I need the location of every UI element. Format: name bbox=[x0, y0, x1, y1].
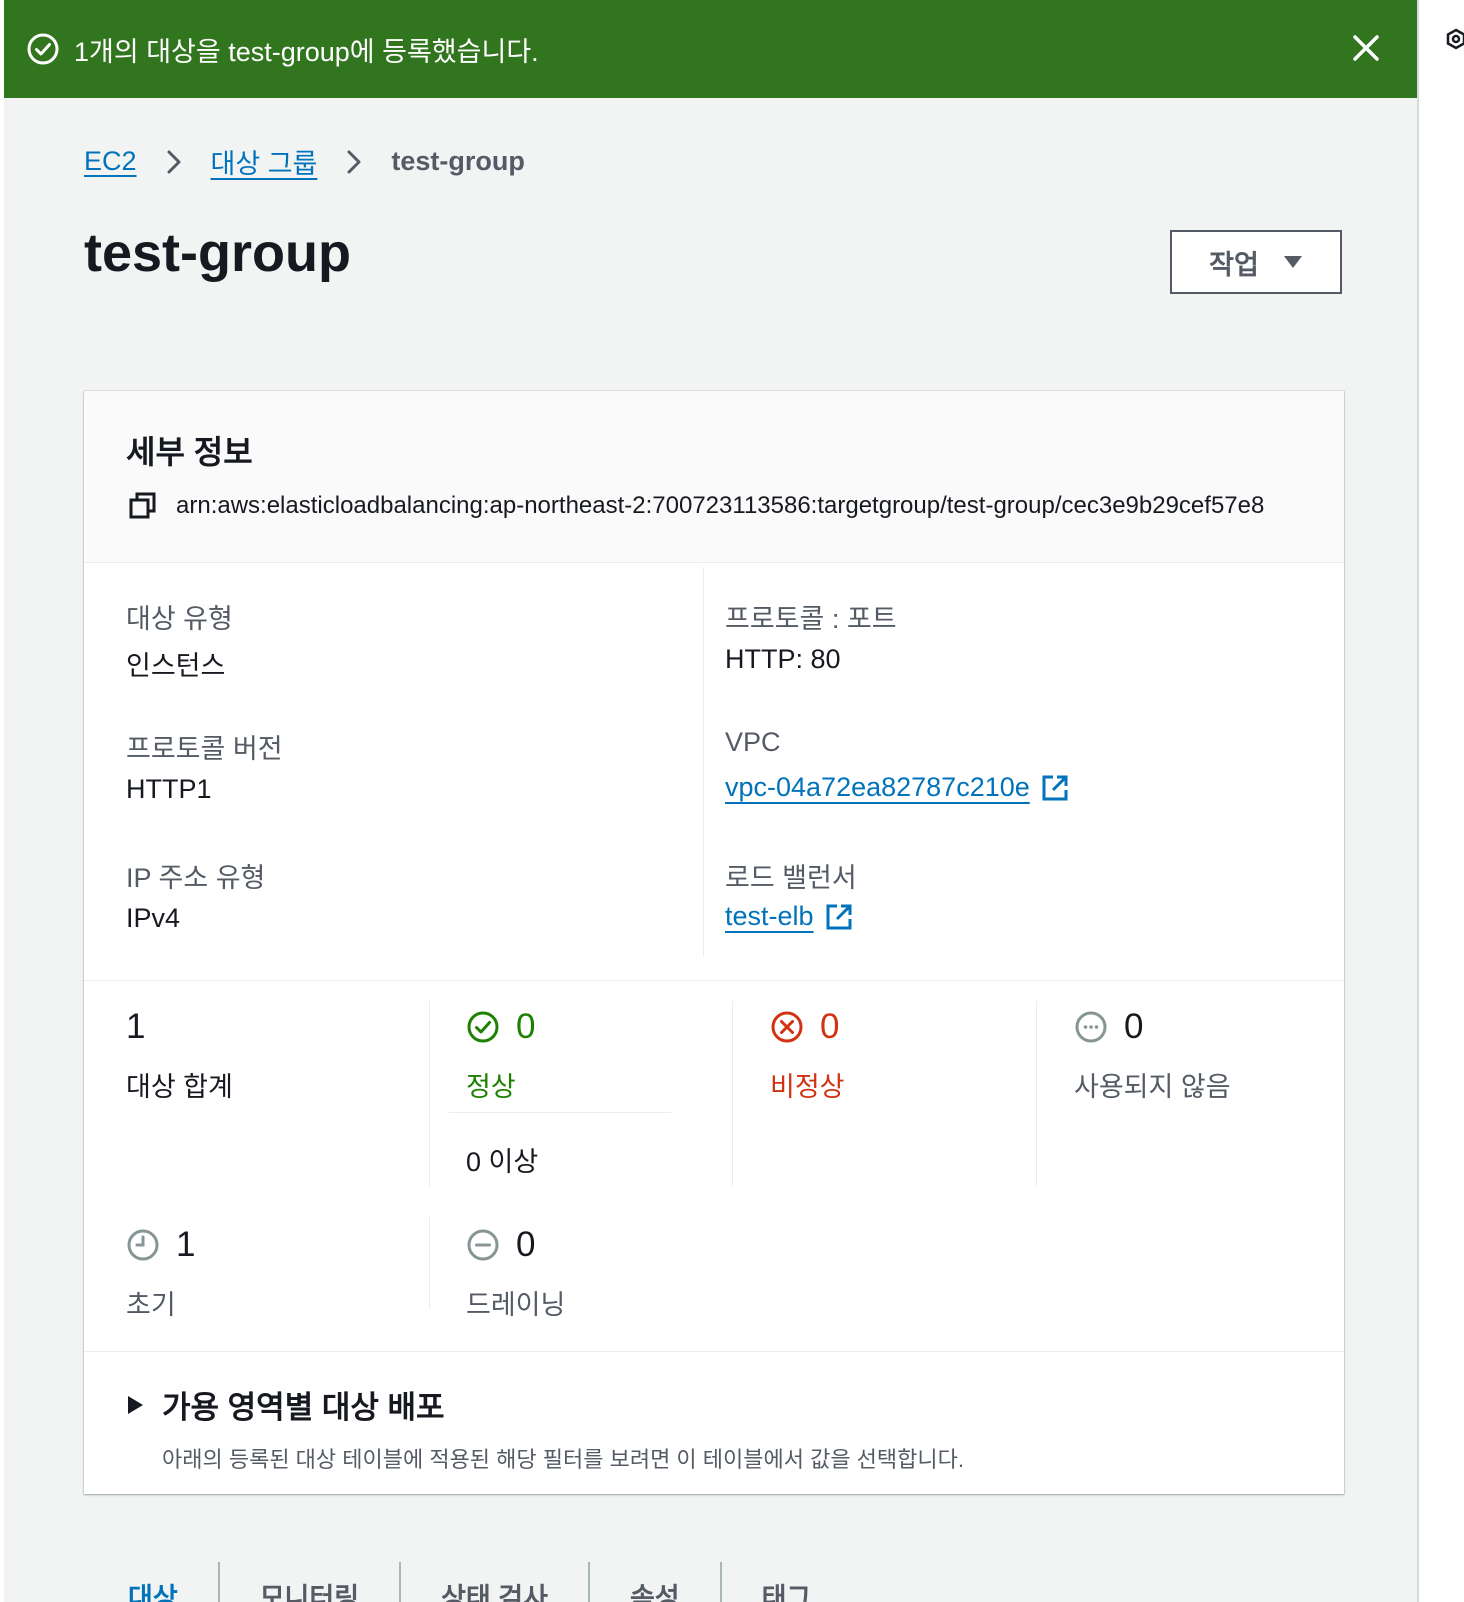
target-type-label: 대상 유형 bbox=[126, 604, 233, 634]
stat-unhealthy-label: 비정상 bbox=[770, 1072, 845, 1102]
side-panel-edge bbox=[1421, 0, 1464, 1602]
chevron-right-icon bbox=[167, 150, 181, 173]
stat-healthy: 0 정상 bbox=[466, 1007, 535, 1104]
stat-initial-value: 1 bbox=[176, 1225, 196, 1264]
stat-draining-value: 0 bbox=[516, 1225, 536, 1264]
load-balancer-link[interactable]: test-elb bbox=[725, 901, 854, 932]
tab-health-checks[interactable]: 상태 검사 bbox=[399, 1562, 588, 1602]
details-title: 세부 정보 bbox=[126, 434, 253, 470]
stat-divider bbox=[429, 1001, 430, 1187]
vpc-link-text: vpc-04a72ea82787c210e bbox=[725, 772, 1030, 802]
breadcrumb-target-groups-link[interactable]: 대상 그룹 bbox=[211, 142, 318, 181]
actions-label: 작업 bbox=[1209, 249, 1259, 280]
details-header: 세부 정보 arn:aws:elasticloadbalancing:ap-no… bbox=[84, 391, 1344, 563]
status-error-icon bbox=[771, 1011, 803, 1043]
tab-bar: 대상 모니터링 상태 검사 속성 태그 bbox=[84, 1562, 851, 1602]
status-success-icon bbox=[467, 1011, 499, 1043]
column-divider bbox=[703, 567, 704, 956]
distribution-expander[interactable]: 가용 영역별 대상 배포 bbox=[126, 1382, 445, 1427]
external-link-icon bbox=[826, 904, 852, 929]
load-balancer-link-text: test-elb bbox=[725, 901, 814, 931]
protocol-version-label: 프로토콜 버전 bbox=[126, 734, 283, 764]
external-link-icon bbox=[1042, 775, 1068, 800]
stat-unused-value: 0 bbox=[1124, 1007, 1144, 1046]
stat-divider bbox=[732, 1001, 733, 1187]
tab-attributes[interactable]: 속성 bbox=[587, 1562, 720, 1602]
stat-initial-label: 초기 bbox=[126, 1290, 176, 1320]
page-title: test-group bbox=[84, 223, 351, 283]
tab-tags[interactable]: 태그 bbox=[719, 1562, 852, 1602]
distribution-title: 가용 영역별 대상 배포 bbox=[162, 1390, 445, 1425]
copy-icon[interactable] bbox=[128, 491, 158, 521]
stat-divider bbox=[1036, 1001, 1037, 1187]
arn-text: arn:aws:elasticloadbalancing:ap-northeas… bbox=[176, 492, 1265, 519]
stat-initial: 1 초기 bbox=[126, 1225, 195, 1322]
stat-unused-label: 사용되지 않음 bbox=[1074, 1072, 1231, 1102]
chevron-right-icon bbox=[347, 150, 361, 173]
settings-icon[interactable] bbox=[1445, 28, 1464, 50]
protocol-port-label: 프로토콜 : 포트 bbox=[725, 604, 897, 634]
details-panel: 세부 정보 arn:aws:elasticloadbalancing:ap-no… bbox=[84, 391, 1344, 1494]
caret-right-icon bbox=[128, 1395, 143, 1414]
stat-total: 1 대상 합계 bbox=[126, 1007, 233, 1104]
actions-dropdown-button[interactable]: 작업 bbox=[1170, 230, 1342, 294]
vpc-label: VPC bbox=[725, 727, 781, 757]
healthy-threshold: 0 이상 bbox=[466, 1147, 539, 1177]
vpc-link[interactable]: vpc-04a72ea82787c210e bbox=[725, 772, 1070, 803]
distribution-section: 가용 영역별 대상 배포 아래의 등록된 대상 테이블에 적용된 해당 필터를 … bbox=[84, 1351, 1344, 1494]
healthy-threshold-divider bbox=[449, 1112, 671, 1113]
load-balancer-label: 로드 밸런서 bbox=[725, 863, 857, 893]
stat-total-value: 1 bbox=[126, 1007, 146, 1046]
protocol-port-value: HTTP: 80 bbox=[725, 644, 841, 674]
caret-down-icon bbox=[1283, 256, 1302, 268]
tab-monitoring[interactable]: 모니터링 bbox=[217, 1562, 399, 1602]
stat-unused: 0 사용되지 않음 bbox=[1074, 1007, 1231, 1104]
breadcrumb: EC2 대상 그룹 test-group bbox=[84, 142, 525, 181]
protocol-version-value: HTTP1 bbox=[126, 774, 212, 804]
close-icon[interactable] bbox=[1349, 31, 1383, 65]
status-stopped-icon bbox=[1075, 1011, 1107, 1043]
stat-unhealthy-value: 0 bbox=[820, 1007, 840, 1046]
ip-address-type-value: IPv4 bbox=[126, 903, 181, 933]
flash-message: 1개의 대상을 test-group에 등록했습니다. bbox=[74, 36, 539, 67]
breadcrumb-current: test-group bbox=[391, 146, 525, 176]
stat-divider bbox=[429, 1217, 430, 1309]
stat-healthy-label: 정상 bbox=[466, 1072, 516, 1102]
success-flash-banner: 1개의 대상을 test-group에 등록했습니다. bbox=[4, 0, 1417, 98]
target-type-value: 인스턴스 bbox=[126, 651, 226, 681]
status-draining-icon bbox=[467, 1229, 499, 1261]
stat-healthy-value: 0 bbox=[516, 1007, 536, 1046]
success-check-icon bbox=[27, 33, 59, 65]
ip-address-type-label: IP 주소 유형 bbox=[126, 863, 266, 893]
tab-targets[interactable]: 대상 bbox=[84, 1562, 218, 1602]
stat-total-label: 대상 합계 bbox=[126, 1072, 233, 1102]
breadcrumb-ec2-link[interactable]: EC2 bbox=[84, 146, 137, 177]
stat-unhealthy: 0 비정상 bbox=[770, 1007, 845, 1104]
stat-draining: 0 드레이닝 bbox=[466, 1225, 565, 1322]
distribution-description: 아래의 등록된 대상 테이블에 적용된 해당 필터를 보려면 이 테이블에서 값… bbox=[162, 1447, 964, 1472]
main-content: 1개의 대상을 test-group에 등록했습니다. EC2 대상 그룹 te… bbox=[4, 0, 1419, 1602]
section-divider bbox=[84, 980, 1344, 981]
arn-row: arn:aws:elasticloadbalancing:ap-northeas… bbox=[128, 491, 1264, 521]
status-pending-icon bbox=[127, 1229, 159, 1261]
stat-draining-label: 드레이닝 bbox=[466, 1290, 566, 1320]
